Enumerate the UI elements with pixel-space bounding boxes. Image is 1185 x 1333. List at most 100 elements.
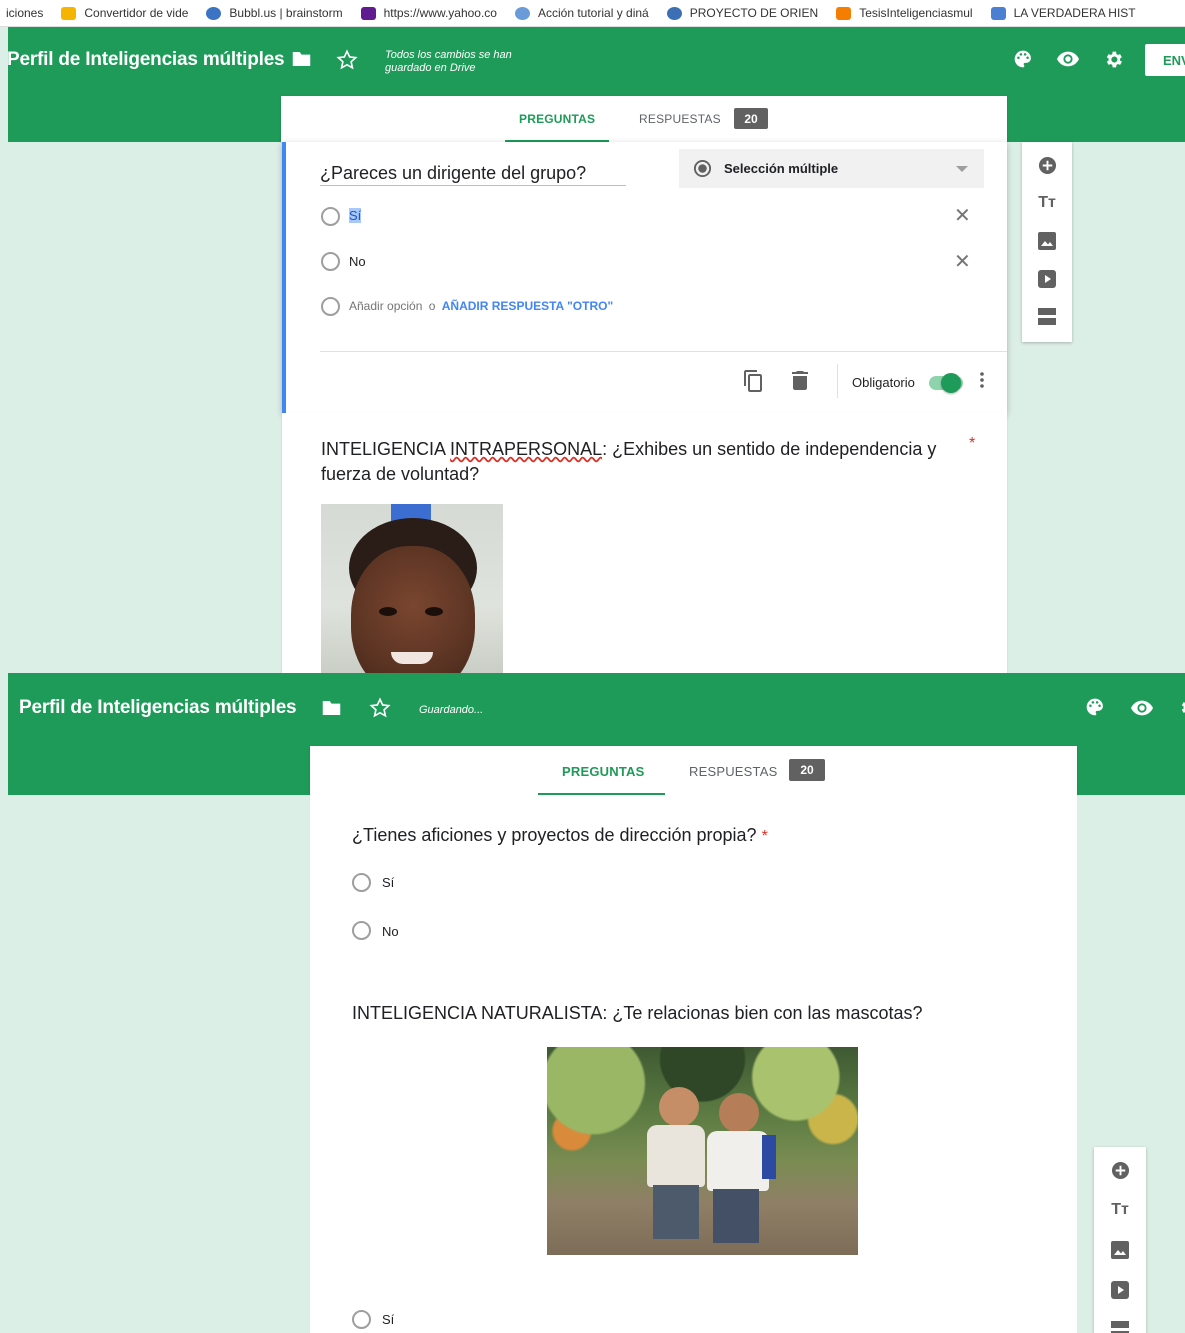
palette-icon[interactable]	[1085, 697, 1105, 717]
duplicate-icon[interactable]	[744, 370, 764, 392]
eye-icon[interactable]	[1057, 51, 1079, 67]
question-card-active[interactable]: ¿Pareces un dirigente del grupo? Selecci…	[282, 142, 1007, 413]
image-child-right-body	[707, 1131, 769, 1191]
add-image-icon[interactable]	[1094, 1241, 1146, 1259]
add-section-icon[interactable]	[1094, 1321, 1146, 1333]
folder-icon	[61, 6, 77, 20]
bookmark-item[interactable]: PROYECTO DE ORIEN	[666, 6, 818, 20]
question-card[interactable]: INTELIGENCIA INTRAPERSONAL: ¿Exhibes un …	[282, 413, 1007, 673]
form-content: ¿Tienes aficiones y proyectos de direcci…	[310, 795, 1077, 1333]
question-image-children-walking[interactable]	[547, 1047, 858, 1255]
form-title[interactable]: Perfil de Inteligencias múltiples	[19, 697, 297, 719]
tab-preguntas[interactable]: PREGUNTAS	[562, 764, 644, 779]
bookmark-item[interactable]: iciones	[6, 6, 43, 20]
bookmark-item[interactable]: Acción tutorial y diná	[514, 6, 649, 20]
add-option-link[interactable]: Añadir opción	[349, 299, 422, 313]
save-status: Todos los cambios se han guardado en Dri…	[385, 49, 512, 74]
option-label: Sí	[382, 1312, 395, 1327]
save-status: Guardando...	[419, 704, 484, 716]
add-question-icon[interactable]	[1094, 1161, 1146, 1180]
side-toolbar: Tт	[1094, 1147, 1146, 1333]
bookmark-item[interactable]: LA VERDADERA HIST	[990, 6, 1136, 20]
wiki-icon	[514, 6, 530, 20]
screenshot-top: iciones Convertidor de vide Bubbl.us | b…	[0, 0, 1185, 673]
option-radio[interactable]	[352, 1310, 371, 1329]
required-toggle-thumb[interactable]	[941, 373, 961, 393]
question-title: INTELIGENCIA INTRAPERSONAL: ¿Exhibes un …	[321, 439, 937, 484]
required-label: Obligatorio	[852, 375, 915, 390]
card-footer-divider	[320, 351, 1007, 352]
side-toolbar: Tт	[1022, 142, 1072, 342]
bookmark-item[interactable]: TesisInteligenciasmul	[836, 6, 973, 20]
bookmark-item[interactable]: Bubbl.us | brainstorm	[206, 6, 343, 20]
folder-icon[interactable]	[321, 699, 342, 717]
tab-preguntas[interactable]: PREGUNTAS	[519, 112, 595, 126]
bookmark-icon	[990, 6, 1006, 20]
star-icon[interactable]	[336, 49, 358, 71]
option-radio	[321, 297, 340, 316]
image-child-right-backpack	[762, 1135, 776, 1179]
option-input[interactable]: Sí	[349, 208, 362, 223]
option-radio[interactable]	[352, 921, 371, 940]
option-input[interactable]: No	[349, 254, 366, 269]
responses-count-badge: 20	[734, 108, 768, 129]
add-question-icon[interactable]	[1022, 156, 1072, 175]
form-title[interactable]: Perfil de Inteligencias múltiples	[7, 49, 285, 71]
remove-option-button[interactable]: ✕	[954, 203, 971, 228]
image-child-right	[719, 1093, 759, 1133]
image-child-left-body	[647, 1125, 705, 1187]
gear-icon[interactable]	[1103, 49, 1124, 70]
tabs-bar: PREGUNTAS RESPUESTAS 20	[281, 96, 1007, 142]
eye-icon[interactable]	[1131, 700, 1153, 716]
bookmarks-bar: iciones Convertidor de vide Bubbl.us | b…	[0, 0, 1185, 27]
option-radio	[321, 252, 340, 271]
footer-vertical-divider	[837, 364, 838, 398]
question-image-child[interactable]	[321, 504, 503, 673]
yahoo-icon	[360, 6, 376, 20]
gear-icon[interactable]	[1178, 697, 1185, 718]
trash-icon[interactable]	[792, 371, 808, 390]
add-section-icon[interactable]	[1022, 308, 1072, 325]
add-title-icon[interactable]: Tт	[1022, 194, 1072, 212]
option-radio	[321, 207, 340, 226]
tabs-bar: PREGUNTAS RESPUESTAS 20	[310, 746, 1077, 795]
question-title: INTELIGENCIA NATURALISTA: ¿Te relacionas…	[352, 1003, 923, 1023]
bookmark-item[interactable]: https://www.yahoo.co	[360, 6, 497, 20]
send-button[interactable]: ENV	[1145, 44, 1185, 76]
blogger-icon	[836, 6, 852, 20]
image-eye	[425, 607, 443, 616]
responses-count-badge: 20	[789, 759, 825, 781]
add-other-link[interactable]: AÑADIR RESPUESTA "OTRO"	[442, 299, 613, 313]
add-title-icon[interactable]: Tт	[1094, 1201, 1146, 1219]
palette-icon[interactable]	[1013, 49, 1033, 69]
add-option-row: Añadir opción o AÑADIR RESPUESTA "OTRO"	[349, 299, 614, 313]
screenshot-bottom: Perfil de Inteligencias múltiples Guarda…	[0, 673, 1185, 1333]
image-eye	[379, 607, 397, 616]
tab-respuestas[interactable]: RESPUESTAS	[689, 764, 777, 779]
radio-checked-icon	[693, 159, 712, 178]
bubbl-icon	[206, 6, 222, 20]
add-video-icon[interactable]	[1022, 270, 1072, 288]
add-video-icon[interactable]	[1094, 1281, 1146, 1299]
image-child-left	[659, 1087, 699, 1127]
remove-option-button[interactable]: ✕	[954, 249, 971, 274]
required-asterisk: *	[969, 435, 976, 452]
option-radio[interactable]	[352, 873, 371, 892]
add-image-icon[interactable]	[1022, 232, 1072, 250]
required-asterisk: *	[761, 828, 768, 845]
dropdown-arrow-icon	[956, 166, 968, 172]
image-child-right-legs	[713, 1189, 759, 1243]
tab-respuestas[interactable]: RESPUESTAS	[639, 112, 721, 126]
bookmark-item[interactable]: Convertidor de vide	[61, 6, 188, 20]
image-child-left-legs	[653, 1185, 699, 1239]
question-type-dropdown[interactable]: Selección múltiple	[679, 149, 984, 188]
question-title: ¿Tienes aficiones y proyectos de direcci…	[352, 825, 768, 845]
more-vert-icon[interactable]	[980, 372, 984, 388]
question-title-input[interactable]: ¿Pareces un dirigente del grupo?	[320, 163, 586, 184]
star-icon[interactable]	[369, 697, 391, 719]
title-underline	[320, 185, 626, 186]
web-icon	[666, 6, 682, 20]
option-label: Sí	[382, 875, 395, 890]
option-label: No	[382, 924, 399, 939]
folder-icon[interactable]	[291, 50, 312, 68]
